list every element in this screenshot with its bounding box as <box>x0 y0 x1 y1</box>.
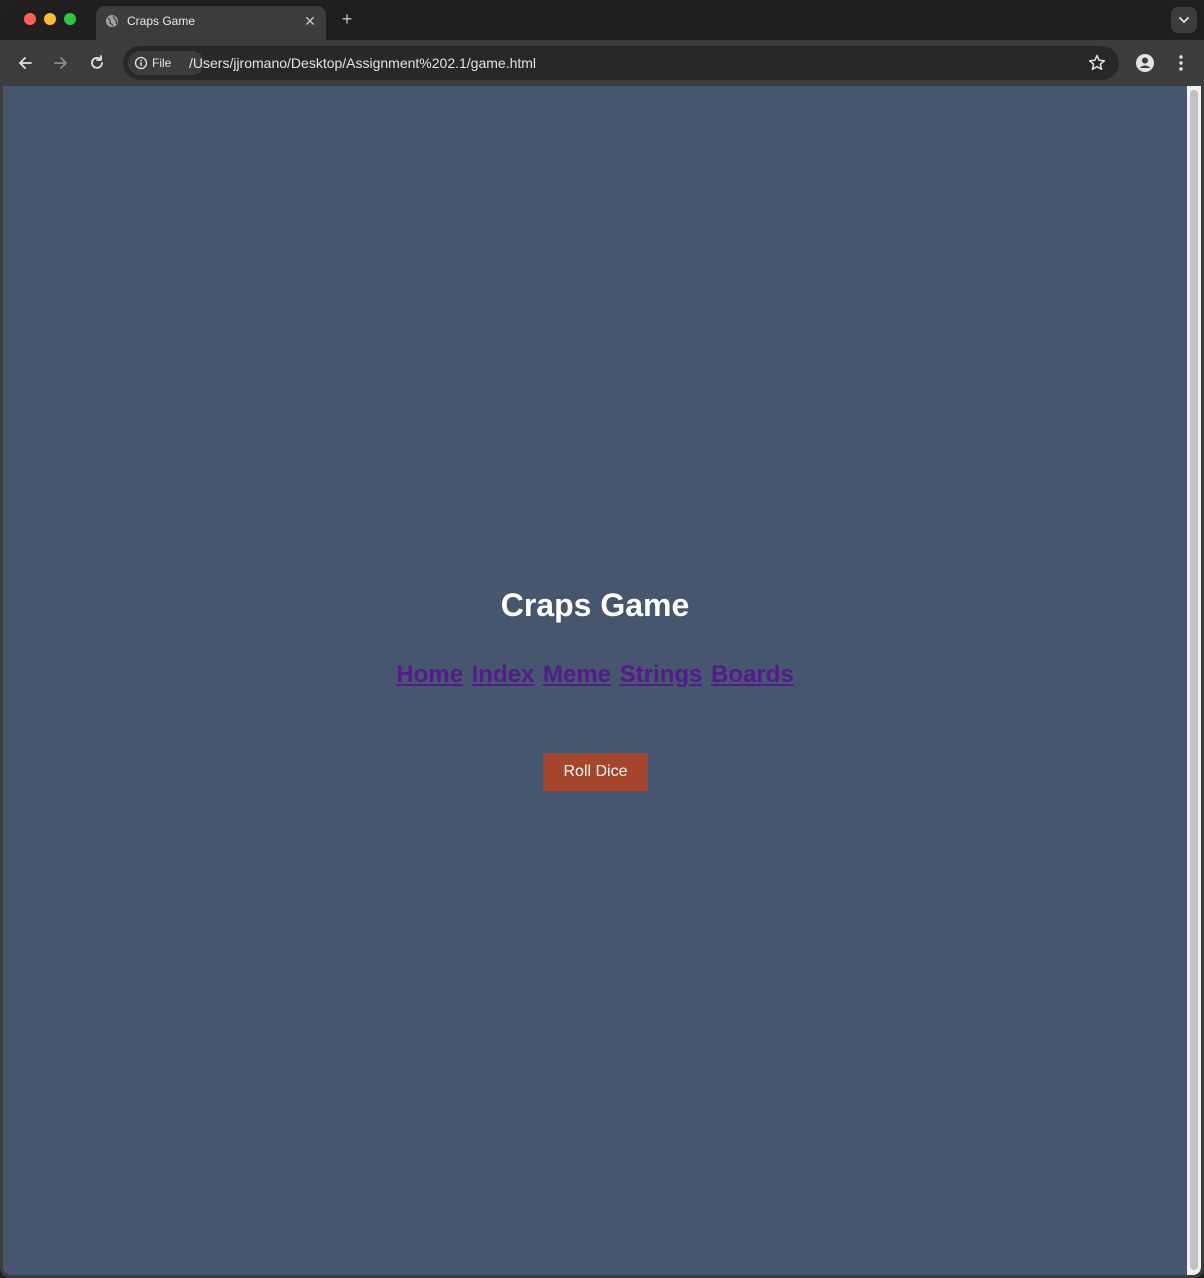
address-bar[interactable]: File /Users/jjromano/Desktop/Assignment%… <box>123 46 1119 80</box>
arrow-left-icon[interactable] <box>13 51 37 75</box>
close-icon[interactable]: ✕ <box>302 13 318 29</box>
tab-strip: Craps Game ✕ + <box>0 0 1204 40</box>
profile-icon[interactable] <box>1133 51 1157 75</box>
minimize-window-button[interactable] <box>44 13 56 25</box>
tab-craps-game[interactable]: Craps Game ✕ <box>96 6 326 40</box>
nav-link-boards[interactable]: Boards <box>711 661 794 688</box>
chevron-down-icon <box>1179 17 1189 23</box>
globe-icon <box>106 15 118 27</box>
nav-link-index[interactable]: Index <box>472 661 535 688</box>
url-text[interactable]: /Users/jjromano/Desktop/Assignment%202.1… <box>189 54 536 72</box>
zoom-window-button[interactable] <box>64 13 76 25</box>
close-window-button[interactable] <box>24 13 36 25</box>
star-icon[interactable] <box>1087 53 1107 73</box>
page-viewport: Craps Game Home Index Meme Strings Board… <box>3 86 1201 1275</box>
roll-dice-button[interactable]: Roll Dice <box>543 753 648 791</box>
browser-window: Craps Game ✕ + File /Users/jjromano/Desk… <box>0 0 1204 1278</box>
reload-icon[interactable] <box>85 51 109 75</box>
browser-toolbar: File /Users/jjromano/Desktop/Assignment%… <box>0 40 1204 86</box>
vertical-scrollbar[interactable] <box>1187 86 1201 1275</box>
tab-search-button[interactable] <box>1171 7 1197 33</box>
nav-link-meme[interactable]: Meme <box>543 661 611 688</box>
page-title: Craps Game <box>500 587 690 623</box>
info-icon <box>134 56 148 70</box>
new-tab-button[interactable]: + <box>337 9 357 29</box>
tab-title: Craps Game <box>127 14 196 28</box>
page-content: Craps Game Home Index Meme Strings Board… <box>3 86 1187 1275</box>
nav-links: Home Index Meme Strings Boards <box>3 660 1187 690</box>
kebab-menu-icon[interactable] <box>1170 51 1192 75</box>
scrollbar-thumb[interactable] <box>1190 90 1198 1270</box>
nav-link-home[interactable]: Home <box>396 661 463 688</box>
arrow-right-icon[interactable] <box>49 51 73 75</box>
chip-label: File <box>152 56 172 70</box>
nav-link-strings[interactable]: Strings <box>620 661 703 688</box>
